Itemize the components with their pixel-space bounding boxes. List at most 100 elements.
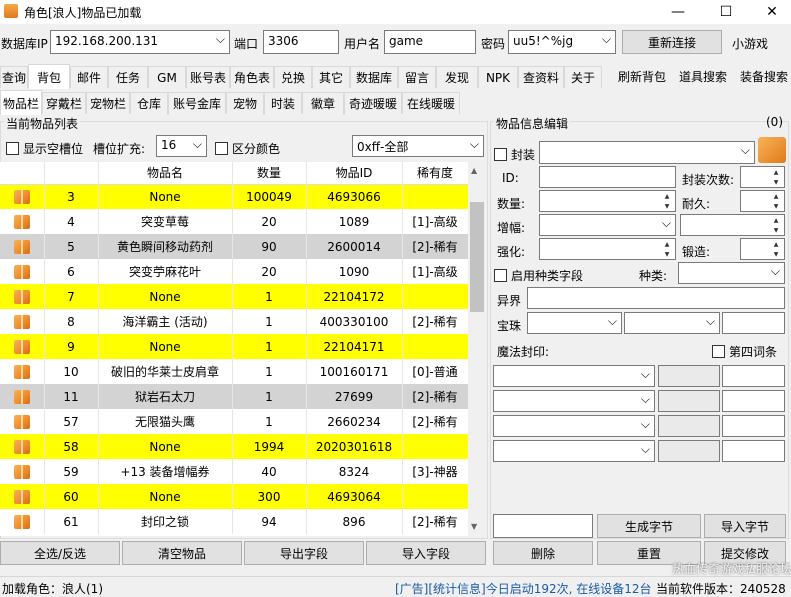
otherworld-input[interactable] (527, 287, 785, 309)
tab-discover[interactable]: 发现 (436, 66, 478, 88)
table-scrollbar[interactable]: ▲ ▼ (468, 162, 486, 536)
bytes-input[interactable] (493, 514, 593, 538)
col-header-id[interactable]: 物品ID (306, 162, 403, 185)
tab-message[interactable]: 留言 (398, 66, 436, 88)
item-search-button[interactable]: 道具搜索 (679, 68, 727, 85)
table-row[interactable]: 3 None 100049 4693066 (0, 184, 468, 209)
magic-seal-combo-2[interactable] (493, 390, 655, 412)
subtab-badge[interactable]: 徽章 (302, 92, 344, 114)
generate-bytes-button[interactable]: 生成字节 (597, 514, 701, 538)
table-row[interactable]: 7 None 1 22104172 (0, 284, 468, 309)
show-empty-toggle[interactable]: 显示空槽位 (6, 140, 83, 157)
subtab-account-vault[interactable]: 账号金库 (168, 92, 226, 114)
scroll-up-icon[interactable]: ▲ (471, 166, 477, 175)
magic-seal-extra-2[interactable] (722, 390, 785, 412)
table-row[interactable]: 4 突变草莓 20 1089 [1]-高级 (0, 209, 468, 234)
tab-role-table[interactable]: 角色表 (230, 66, 274, 88)
scrollbar-thumb[interactable] (470, 202, 484, 312)
tab-lookup[interactable]: 查资料 (518, 66, 564, 88)
delete-button[interactable]: 删除 (493, 541, 593, 565)
table-row[interactable]: 9 None 1 22104171 (0, 334, 468, 359)
durability-stepper[interactable]: ▲ ▼ (740, 190, 785, 212)
tab-other[interactable]: 其它 (312, 66, 350, 88)
subtab-online-nuan[interactable]: 在线暖暖 (402, 92, 460, 114)
fourth-affix-checkbox[interactable] (712, 345, 725, 358)
magic-seal-combo-1[interactable] (493, 365, 655, 387)
table-row[interactable]: 59 +13 装备增幅券 40 8324 [3]-神器 (0, 459, 468, 484)
magic-seal-combo-4[interactable] (493, 440, 655, 462)
col-header-qty[interactable]: 数量 (232, 162, 307, 185)
seal-toggle[interactable]: 封装 (494, 146, 535, 163)
tab-task[interactable]: 任务 (108, 66, 148, 88)
subtab-warehouse[interactable]: 仓库 (130, 92, 168, 114)
db-ip-combo[interactable]: 192.168.200.131 (50, 30, 230, 54)
tab-account-table[interactable]: 账号表 (186, 66, 230, 88)
port-input[interactable]: 3306 (263, 30, 339, 54)
magic-seal-extra-3[interactable] (722, 415, 785, 437)
subtab-inventory[interactable]: 物品栏 (0, 90, 42, 115)
reconnect-button[interactable]: 重新连接 (622, 30, 722, 54)
tab-query[interactable]: 查询 (0, 66, 28, 88)
magic-seal-combo-3[interactable] (493, 415, 655, 437)
seal-checkbox[interactable] (494, 148, 507, 161)
magic-seal-value-2[interactable] (658, 390, 720, 412)
col-header-slot[interactable] (44, 162, 99, 185)
enable-type-toggle[interactable]: 启用种类字段 (494, 267, 583, 284)
magic-seal-extra-1[interactable] (722, 365, 785, 387)
enhance-stepper[interactable]: ▲ ▼ (539, 238, 676, 260)
subtab-fashion[interactable]: 时装 (264, 92, 302, 114)
tab-mail[interactable]: 邮件 (70, 66, 108, 88)
orb-combo-1[interactable] (527, 312, 622, 334)
col-header-icon[interactable] (0, 162, 45, 185)
minigame-link[interactable]: 小游戏 (732, 35, 768, 52)
color-distinguish-checkbox[interactable] (215, 142, 228, 155)
subtab-pet-slot[interactable]: 宠物栏 (86, 92, 130, 114)
close-button[interactable]: ✕ (749, 0, 791, 24)
show-empty-checkbox[interactable] (6, 142, 19, 155)
table-row[interactable]: 11 狱岩石太刀 1 27699 [2]-稀有 (0, 384, 468, 409)
minimize-button[interactable]: — (655, 0, 701, 24)
rarity-filter-combo[interactable]: 0xff-全部 (352, 135, 484, 157)
import-fields-button[interactable]: 导入字段 (366, 541, 486, 565)
table-row[interactable]: 60 None 300 4693064 (0, 484, 468, 509)
table-row[interactable]: 57 无限猫头鹰 1 2660234 [2]-稀有 (0, 409, 468, 434)
export-fields-button[interactable]: 导出字段 (244, 541, 364, 565)
tab-backpack[interactable]: 背包 (28, 64, 70, 89)
subtab-worn[interactable]: 穿戴栏 (42, 92, 86, 114)
tab-database[interactable]: 数据库 (350, 66, 398, 88)
magic-seal-value-3[interactable] (658, 415, 720, 437)
tab-npk[interactable]: NPK (478, 66, 518, 88)
username-input[interactable]: game (384, 30, 476, 54)
magic-seal-extra-4[interactable] (722, 440, 785, 462)
slot-expand-combo[interactable]: 16 (156, 135, 207, 157)
qty-stepper[interactable]: ▲ ▼ (539, 190, 676, 212)
amplify-combo[interactable] (539, 214, 676, 236)
select-toggle-button[interactable]: 全选/反选 (0, 541, 120, 565)
table-row[interactable]: 61 封印之锁 94 896 [2]-稀有 (0, 509, 468, 534)
table-row[interactable]: 5 黄色瞬间移动药剂 90 2600014 [2]-稀有 (0, 234, 468, 259)
maximize-button[interactable]: ☐ (703, 0, 749, 24)
seal-count-stepper[interactable]: ▲ ▼ (740, 166, 785, 188)
orb-combo-2[interactable] (624, 312, 720, 334)
magic-seal-value-1[interactable] (658, 365, 720, 387)
import-bytes-button[interactable]: 导入字节 (704, 514, 786, 538)
type-combo[interactable] (678, 262, 785, 284)
subtab-miracle-nuan[interactable]: 奇迹暖暖 (344, 92, 402, 114)
amplify-value-stepper[interactable]: ▲ ▼ (680, 214, 785, 236)
table-row[interactable]: 10 破旧的华莱士皮肩章 1 100160171 [0]-普通 (0, 359, 468, 384)
col-header-name[interactable]: 物品名 (98, 162, 233, 185)
seal-combo[interactable] (539, 141, 755, 164)
refresh-bag-button[interactable]: 刷新背包 (618, 68, 666, 85)
tab-exchange[interactable]: 兑换 (274, 66, 312, 88)
equip-search-button[interactable]: 装备搜索 (740, 68, 788, 85)
forge-stepper[interactable]: ▲ ▼ (740, 238, 785, 260)
table-row[interactable]: 8 海洋霸主 (活动) 1 400330100 [2]-稀有 (0, 309, 468, 334)
fourth-affix-toggle[interactable]: 第四词条 (712, 343, 777, 360)
enable-type-checkbox[interactable] (494, 269, 507, 282)
color-distinguish-toggle[interactable]: 区分颜色 (215, 140, 280, 157)
table-row[interactable]: 6 突变苧麻花叶 20 1090 [1]-高级 (0, 259, 468, 284)
tab-about[interactable]: 关于 (564, 66, 602, 88)
status-ad-link[interactable]: [广告][统计信息]今日启动192次, 在线设备12台 (395, 580, 652, 597)
scroll-down-icon[interactable]: ▼ (471, 522, 477, 531)
table-row[interactable]: 58 None 1994 2020301618 (0, 434, 468, 459)
